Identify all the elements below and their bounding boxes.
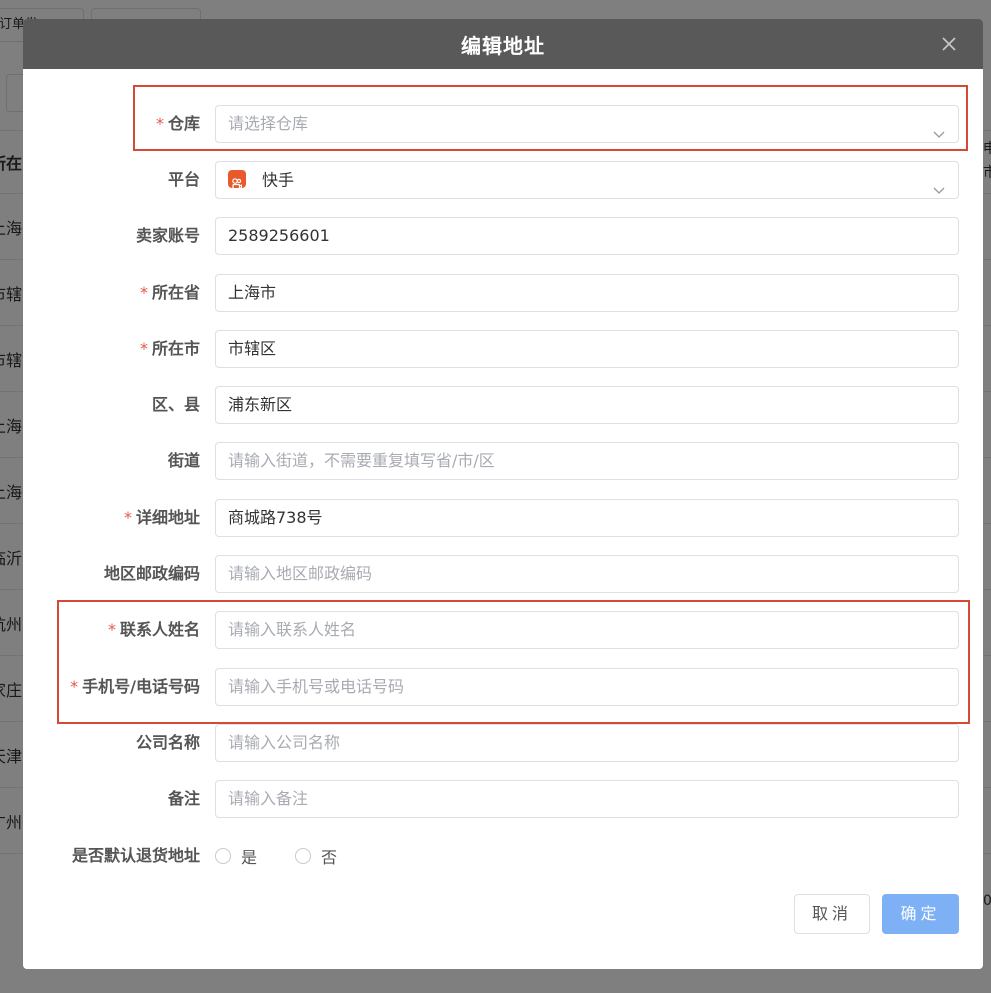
form-row-platform: 平台 快手 <box>23 161 983 201</box>
dialog-title: 编辑地址 <box>461 33 545 58</box>
radio-yes[interactable]: 是 <box>215 844 257 868</box>
chevron-down-icon <box>932 174 946 194</box>
detail-address-value: 商城路738号 <box>228 508 323 527</box>
radio-no[interactable]: 否 <box>295 844 337 868</box>
district-value: 浦东新区 <box>228 395 293 414</box>
platform-value: 快手 <box>262 170 295 190</box>
remark-input[interactable]: 请输入备注 <box>215 780 959 818</box>
province-label-text: 所在省 <box>151 283 200 302</box>
required-mark: * <box>70 677 79 696</box>
phone-label: * 手机号/电话号码 <box>23 668 200 706</box>
company-label: 公司名称 <box>135 733 200 752</box>
default-return-radio-group: 是 否 <box>215 837 375 875</box>
phone-input[interactable]: 请输入手机号或电话号码 <box>215 668 959 706</box>
province-value: 上海市 <box>228 283 277 302</box>
city-value: 市辖区 <box>228 339 277 358</box>
contact-name-input[interactable]: 请输入联系人姓名 <box>215 611 959 649</box>
street-placeholder: 请输入街道，不需要重复填写省/市/区 <box>228 451 495 470</box>
district-input[interactable]: 浦东新区 <box>215 386 959 424</box>
detail-address-input[interactable]: 商城路738号 <box>215 499 959 537</box>
seller-account-label: 卖家账号 <box>135 226 200 245</box>
default-return-label: 是否默认退货地址 <box>71 846 200 865</box>
radio-circle-icon[interactable] <box>295 848 312 864</box>
postal-code-input[interactable]: 请输入地区邮政编码 <box>215 555 959 593</box>
warehouse-label-text: 仓库 <box>167 114 200 133</box>
form-row-seller-account: 卖家账号 2589256601 <box>23 217 983 257</box>
required-mark: * <box>139 339 148 358</box>
form-row-district: 区、县 浦东新区 <box>23 386 983 426</box>
warehouse-placeholder: 请选择仓库 <box>228 114 309 133</box>
form-row-phone: * 手机号/电话号码 请输入手机号或电话号码 <box>23 668 983 708</box>
seller-account-input[interactable]: 2589256601 <box>215 217 959 255</box>
radio-yes-label: 是 <box>241 848 258 867</box>
cancel-button[interactable]: 取消 <box>794 894 870 934</box>
street-label: 街道 <box>167 451 200 470</box>
province-label: * 所在省 <box>23 274 200 312</box>
remark-label: 备注 <box>167 789 200 808</box>
platform-label: 平台 <box>167 170 200 189</box>
contact-name-label-text: 联系人姓名 <box>119 620 200 639</box>
chevron-down-icon <box>932 118 946 138</box>
form-row-default-return: 是否默认退货地址 是 否 <box>23 837 983 877</box>
kuaishou-logo-icon <box>228 169 246 190</box>
form-row-contact-name: * 联系人姓名 请输入联系人姓名 <box>23 611 983 651</box>
phone-placeholder: 请输入手机号或电话号码 <box>228 677 405 696</box>
form-row-street: 街道 请输入街道，不需要重复填写省/市/区 <box>23 442 983 482</box>
seller-account-value: 2589256601 <box>228 226 330 245</box>
radio-no-label: 否 <box>321 848 338 867</box>
form-row-warehouse: * 仓库 请选择仓库 <box>23 105 983 145</box>
street-input[interactable]: 请输入街道，不需要重复填写省/市/区 <box>215 442 959 480</box>
detail-address-label-text: 详细地址 <box>135 508 200 527</box>
province-input[interactable]: 上海市 <box>215 274 959 312</box>
postal-code-placeholder: 请输入地区邮政编码 <box>228 564 373 583</box>
confirm-button[interactable]: 确定 <box>882 894 959 934</box>
phone-label-text: 手机号/电话号码 <box>82 677 200 696</box>
warehouse-label: * 仓库 <box>23 105 200 143</box>
remark-placeholder: 请输入备注 <box>228 789 309 808</box>
required-mark: * <box>123 508 132 527</box>
radio-circle-icon[interactable] <box>215 848 231 864</box>
company-placeholder: 请输入公司名称 <box>228 733 341 752</box>
dialog-header: 编辑地址 <box>23 19 983 69</box>
form-row-company: 公司名称 请输入公司名称 <box>23 724 983 764</box>
city-label-text: 所在市 <box>151 339 200 358</box>
platform-select[interactable]: 快手 <box>215 161 959 199</box>
edit-address-dialog: 编辑地址 * 仓库 请选择仓库 平台 快手 卖家账号 2589256601 * … <box>23 19 983 969</box>
contact-name-placeholder: 请输入联系人姓名 <box>228 620 357 639</box>
postal-code-label: 地区邮政编码 <box>103 564 200 583</box>
contact-name-label: * 联系人姓名 <box>23 611 200 649</box>
company-input[interactable]: 请输入公司名称 <box>215 724 959 762</box>
form-row-postal-code: 地区邮政编码 请输入地区邮政编码 <box>23 555 983 595</box>
close-icon[interactable] <box>939 34 959 54</box>
warehouse-select[interactable]: 请选择仓库 <box>215 105 959 143</box>
city-input[interactable]: 市辖区 <box>215 330 959 368</box>
required-mark: * <box>107 620 116 639</box>
required-mark: * <box>139 283 148 302</box>
form-row-province: * 所在省 上海市 <box>23 274 983 314</box>
district-label: 区、县 <box>151 395 200 414</box>
city-label: * 所在市 <box>23 330 200 368</box>
detail-address-label: * 详细地址 <box>23 499 200 537</box>
required-mark: * <box>155 114 164 133</box>
form-row-remark: 备注 请输入备注 <box>23 780 983 820</box>
form-row-city: * 所在市 市辖区 <box>23 330 983 370</box>
form-row-detail-address: * 详细地址 商城路738号 <box>23 499 983 539</box>
